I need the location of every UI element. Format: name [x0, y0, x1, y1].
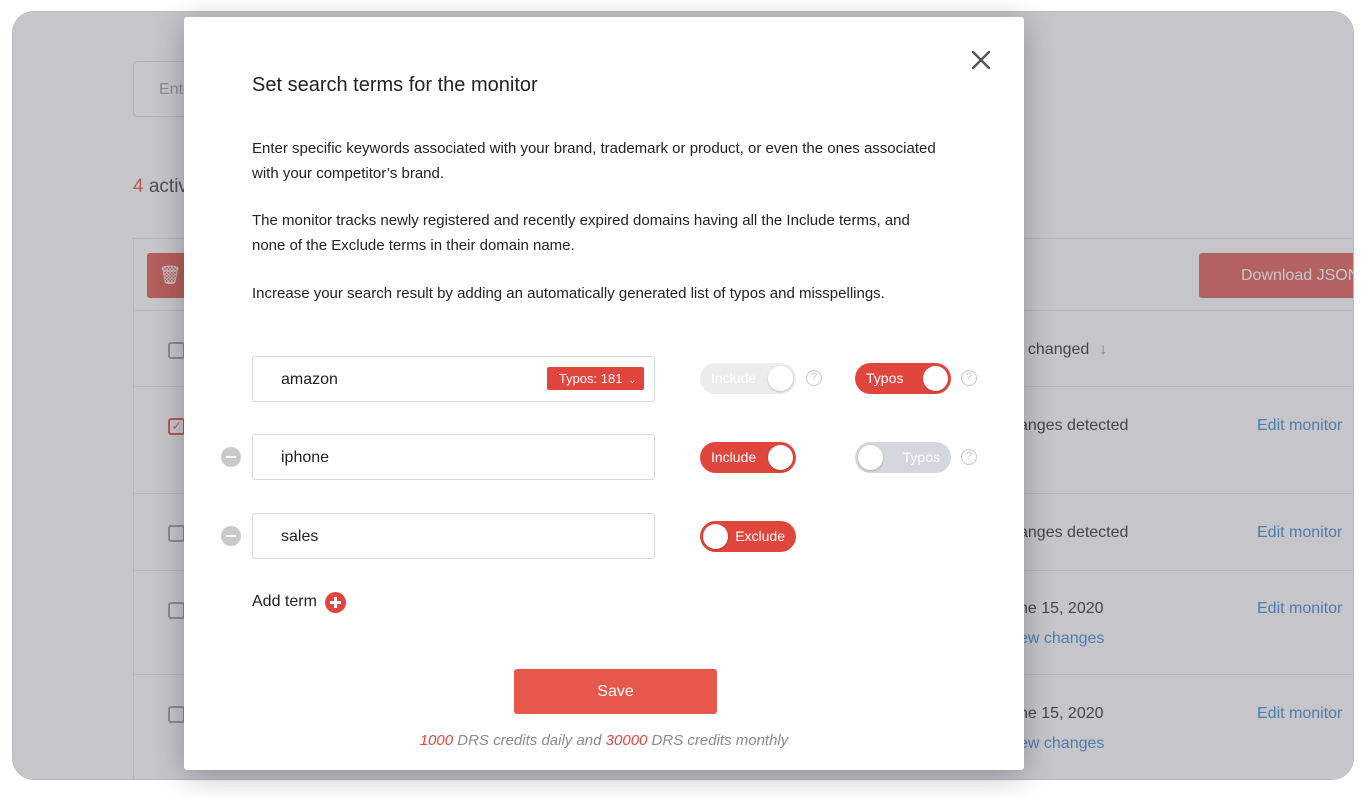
- remove-term-icon[interactable]: [221, 526, 241, 546]
- save-button[interactable]: Save: [514, 669, 717, 714]
- help-icon[interactable]: ?: [806, 370, 822, 386]
- include-toggle[interactable]: Include: [700, 442, 796, 473]
- modal-title: Set search terms for the monitor: [252, 74, 538, 96]
- daily-credits-text: DRS credits daily and: [453, 732, 606, 749]
- remove-term-icon[interactable]: [221, 447, 241, 467]
- monthly-credits-text: DRS credits monthly: [647, 732, 789, 749]
- toggle-label: Include: [711, 370, 757, 386]
- add-term-plus-icon[interactable]: [325, 592, 346, 613]
- typos-toggle[interactable]: Typos: [855, 442, 951, 473]
- description-paragraph: Enter specific keywords associated with …: [252, 140, 936, 182]
- term-row: iphone Include Typos ?: [184, 434, 1024, 480]
- toggle-label: Typos: [866, 370, 904, 386]
- exclude-toggle[interactable]: Exclude: [700, 521, 796, 552]
- credits-info: 1000 DRS credits daily and 30000 DRS cre…: [173, 732, 1035, 749]
- monthly-credits-value: 30000: [605, 732, 648, 749]
- close-icon: [971, 50, 991, 70]
- help-icon[interactable]: ?: [961, 449, 977, 465]
- term-value: amazon: [281, 371, 338, 388]
- term-value: iphone: [281, 449, 330, 466]
- typos-toggle[interactable]: Typos: [855, 363, 951, 394]
- term-input[interactable]: amazon Typos: 181 ⌄: [252, 356, 655, 402]
- description-paragraph: The monitor tracks newly registered and …: [252, 212, 910, 254]
- typos-count-label: Typos: 181: [558, 371, 623, 386]
- toggle-label: Typos: [902, 449, 940, 465]
- toggle-knob: [768, 366, 793, 391]
- include-toggle[interactable]: Include: [700, 363, 796, 394]
- help-icon[interactable]: ?: [961, 370, 977, 386]
- term-input[interactable]: iphone: [252, 434, 655, 480]
- daily-credits-value: 1000: [419, 732, 454, 749]
- toggle-knob: [923, 366, 948, 391]
- toggle-knob: [768, 445, 793, 470]
- term-value: sales: [281, 528, 319, 545]
- term-row: amazon Typos: 181 ⌄ Include ? Typos ?: [184, 356, 1024, 402]
- term-input[interactable]: sales: [252, 513, 655, 559]
- description-paragraph: Increase your search result by adding an…: [252, 285, 885, 302]
- chevron-down-icon: ⌄: [628, 375, 636, 385]
- toggle-label: Exclude: [735, 528, 785, 544]
- term-row: sales Exclude: [184, 513, 1024, 559]
- search-terms-modal: Set search terms for the monitor Enter s…: [184, 17, 1024, 770]
- toggle-label: Include: [711, 449, 757, 465]
- typos-count-dropdown[interactable]: Typos: 181 ⌄: [546, 367, 644, 390]
- add-term-label[interactable]: Add term: [252, 593, 317, 611]
- toggle-knob: [703, 524, 728, 549]
- close-button[interactable]: [968, 47, 994, 73]
- toggle-knob: [858, 445, 883, 470]
